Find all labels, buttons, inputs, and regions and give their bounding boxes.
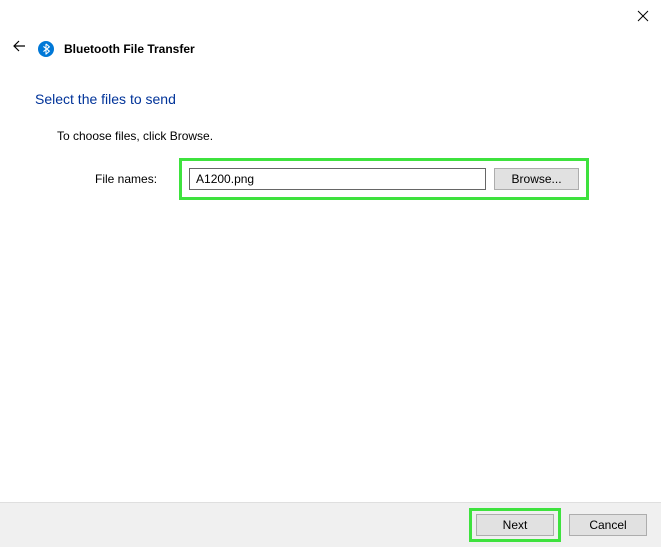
titlebar [635, 8, 651, 24]
window-title: Bluetooth File Transfer [64, 42, 195, 56]
footer: Next Cancel [0, 502, 661, 547]
file-row: File names: Browse... [35, 158, 661, 200]
back-arrow-icon[interactable] [10, 38, 28, 59]
close-icon[interactable] [635, 8, 651, 24]
header: Bluetooth File Transfer [0, 0, 661, 59]
page-heading: Select the files to send [35, 91, 661, 107]
browse-button[interactable]: Browse... [494, 168, 579, 190]
file-names-input[interactable] [189, 168, 486, 190]
file-names-label: File names: [95, 172, 157, 186]
next-button[interactable]: Next [476, 514, 554, 536]
cancel-button[interactable]: Cancel [569, 514, 647, 536]
next-highlight: Next [469, 508, 561, 542]
main-content: Select the files to send To choose files… [0, 59, 661, 200]
file-input-group: Browse... [179, 158, 589, 200]
bluetooth-icon [38, 41, 54, 57]
instruction-text: To choose files, click Browse. [35, 129, 661, 143]
